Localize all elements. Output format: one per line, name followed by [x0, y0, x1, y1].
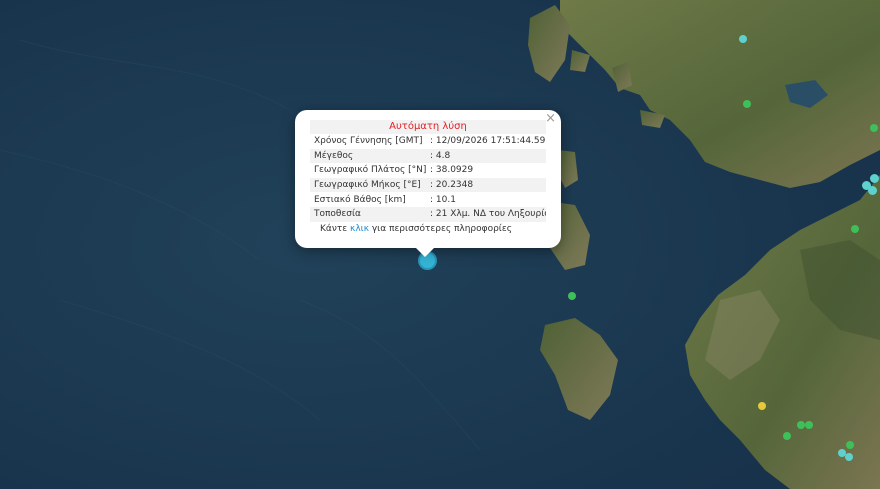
more-info-prefix: Κάντε: [320, 223, 351, 234]
earthquake-marker[interactable]: [868, 186, 877, 195]
earthquake-marker[interactable]: [743, 100, 751, 108]
origin-time-value: : 12/09/2026 17:51:44.59: [430, 136, 546, 147]
table-row: Εστιακό Βάθος [km] : 10.1: [310, 192, 546, 207]
depth-label: Εστιακό Βάθος [km]: [314, 194, 406, 205]
table-row: Τοποθεσία : 21 Χλμ. ΝΔ του Ληξουρίου: [310, 206, 546, 222]
more-info-link[interactable]: κλικ: [350, 224, 369, 234]
more-info-suffix: για περισσότερες πληροφορίες: [369, 223, 513, 234]
earthquake-marker[interactable]: [870, 124, 878, 132]
earthquake-marker[interactable]: [797, 421, 805, 429]
table-row: Γεωγραφικό Πλάτος [°N] : 38.0929: [310, 163, 546, 178]
popup-title: Αυτόματη λύση: [310, 120, 546, 134]
table-row: Μέγεθος : 4.8: [310, 148, 546, 164]
latitude-value: : 38.0929: [430, 165, 474, 176]
earthquake-info-popup: × Αυτόματη λύση Χρόνος Γέννησης [GMT] : …: [295, 110, 561, 248]
location-label: Τοποθεσία: [310, 206, 426, 222]
earthquake-marker[interactable]: [805, 421, 813, 429]
earthquake-marker[interactable]: [568, 292, 576, 300]
earthquake-marker[interactable]: [758, 402, 766, 410]
more-info-text: Κάντε κλικ για περισσότερες πληροφορίες: [310, 222, 546, 234]
earthquake-info-table: Χρόνος Γέννησης [GMT] : 12/09/2026 17:51…: [310, 134, 546, 222]
earthquake-marker[interactable]: [845, 453, 853, 461]
origin-time-label: Χρόνος Γέννησης [GMT]: [314, 136, 423, 147]
earthquake-marker[interactable]: [846, 441, 854, 449]
table-row: Χρόνος Γέννησης [GMT] : 12/09/2026 17:51…: [310, 134, 546, 149]
popup-tip: [415, 247, 435, 257]
earthquake-marker[interactable]: [739, 35, 747, 43]
close-icon[interactable]: ×: [545, 112, 556, 126]
magnitude-label: Μέγεθος: [310, 148, 426, 164]
location-value: : 21 Χλμ. ΝΔ του Ληξουρίου: [426, 206, 546, 222]
earthquake-marker[interactable]: [851, 225, 859, 233]
longitude-label: Γεωγραφικό Μήκος [°E]: [310, 177, 426, 193]
latitude-label: Γεωγραφικό Πλάτος [°N]: [314, 165, 426, 176]
longitude-value: : 20.2348: [426, 177, 546, 193]
earthquake-marker[interactable]: [783, 432, 791, 440]
magnitude-value: : 4.8: [426, 148, 546, 164]
table-row: Γεωγραφικό Μήκος [°E] : 20.2348: [310, 177, 546, 193]
depth-value: : 10.1: [430, 194, 456, 205]
earthquake-marker[interactable]: [870, 174, 879, 183]
